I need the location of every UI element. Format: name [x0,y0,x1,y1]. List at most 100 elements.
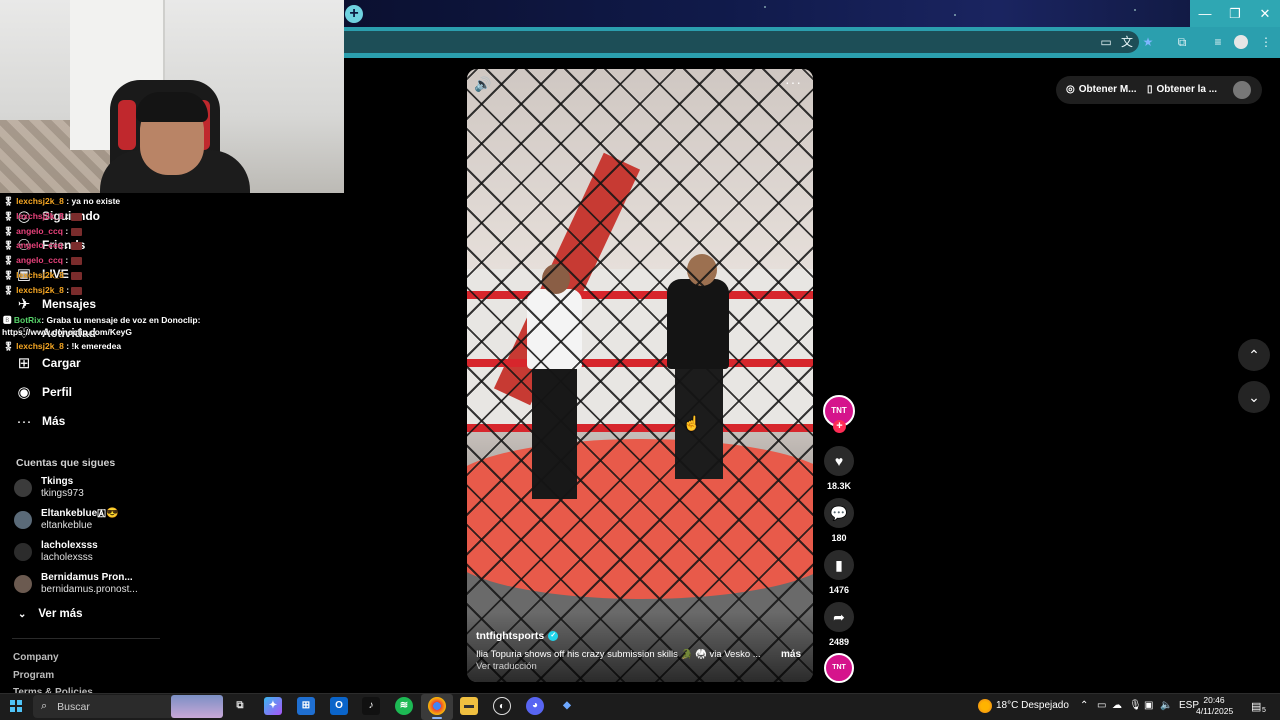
chevron-down-icon: ⌄ [18,608,27,620]
share-arrow-icon: ➦ [833,609,845,625]
app-icon[interactable]: ◐ [493,697,511,715]
user-avatar[interactable] [1233,81,1251,99]
copilot-icon[interactable]: ✦ [264,697,282,715]
tray-icon[interactable]: ☁ [1112,700,1122,711]
reading-list-icon[interactable]: ≡ [1210,34,1226,50]
next-video-button[interactable]: ⌄ [1238,381,1270,413]
task-view-icon[interactable]: ⧉ [231,697,249,715]
get-coins-button[interactable]: ◎ Obtener M... [1066,84,1137,95]
weather-icon[interactable] [978,699,992,713]
caption-more-button[interactable]: más [781,649,801,660]
app-icon[interactable]: ◆ [558,697,576,715]
new-tab-button[interactable]: + [345,5,363,23]
previous-video-button[interactable]: ⌃ [1238,339,1270,371]
clock-time: 20:46 [1203,695,1225,705]
webcam-overlay [0,0,344,193]
star-dot [1134,9,1136,11]
close-window-button[interactable]: ✕ [1250,0,1280,27]
get-coins-label: Obtener M... [1078,84,1137,95]
cast-icon[interactable]: ▭ [1098,34,1114,50]
browser-profile-avatar[interactable] [1234,35,1248,49]
sidebar-item-perfil[interactable]: ◉ Perfil [0,379,160,405]
upload-icon: ⊞ [17,355,31,372]
volume-tray-icon[interactable]: 🔈 [1160,700,1172,711]
extensions-icon[interactable]: ⧉ [1174,34,1190,50]
follow-plus-button[interactable]: + [833,420,846,433]
share-button[interactable]: ➦ [824,602,854,632]
bookmark-star-icon[interactable]: ★ [1140,34,1156,50]
taskbar-clock[interactable]: 20:46 4/11/2025 [1196,695,1234,717]
chat-line: 🅱 BotRix: Graba tu mensaje de voz en Don… [3,315,201,325]
notification-icon[interactable]: ▤ [1251,700,1261,713]
discord-icon[interactable]: ◕ [526,697,544,715]
tray-icon[interactable]: ▣ [1144,700,1153,711]
sidebar-item-label: Perfil [42,385,73,399]
footer-link-program[interactable]: Program [13,670,54,681]
windows-start-icon[interactable] [10,700,22,712]
chevron-up-icon: ⌃ [1248,347,1260,363]
sound-disc-avatar[interactable]: TNT [824,653,854,683]
following-account[interactable]: Tkings tkings973 [14,474,84,502]
account-handle: eltankeblue [41,520,93,531]
video-author[interactable]: tntfightsports ✓ [476,630,559,642]
volume-icon[interactable]: 🔊 [474,76,491,93]
phone-icon: ▯ [1147,84,1153,95]
see-translation-link[interactable]: Ver traducción [476,661,537,672]
chat-line: 🎖 angelo_ccq : [3,240,82,251]
taskbar-search[interactable]: ⌕ Buscar [33,695,223,718]
get-app-button[interactable]: ▯ Obtener la ... [1147,84,1217,95]
account-name: Tkings [41,476,74,487]
like-button[interactable]: ♥ [824,446,854,476]
save-button[interactable]: ▮ [824,550,854,580]
chat-username: lexchsj2k_8 [16,270,64,280]
clock-date: 4/11/2025 [1196,706,1234,716]
see-more-button[interactable]: ⌄ Ver más [18,608,83,620]
video-options-icon[interactable]: ··· [785,74,802,90]
video-player[interactable] [467,69,813,682]
chat-link[interactable]: https://www.donoclip.com/KeyG [2,327,132,337]
comment-button[interactable]: 💬 [824,498,854,528]
microphone-icon[interactable]: 🎙 [1129,700,1142,711]
chat-message: : [65,226,69,236]
following-account[interactable]: Bernidamus Pron... bernidamus.pronost... [14,570,138,598]
chat-message: : [66,285,70,295]
following-section-title: Cuentas que sigues [16,457,116,469]
sidebar-item-label: Más [42,414,66,428]
video-cage-fence [467,69,813,682]
emote-icon [71,286,83,295]
following-account[interactable]: Eltankeblue🇦😎 eltankeblue [14,506,118,534]
chat-username: BotRix [13,315,42,325]
file-explorer-icon[interactable]: ▬ [460,697,478,715]
chrome-icon[interactable] [428,697,446,715]
video-caption: Ilia Topuria shows off his crazy submiss… [476,649,761,660]
avatar [14,511,32,529]
outlook-icon[interactable]: O [330,697,348,715]
chat-line: https://www.donoclip.com/KeyG [2,327,132,337]
weather-text[interactable]: 18°C Despejado [996,700,1069,711]
following-account[interactable]: lacholexsss lacholexsss [14,538,98,566]
translate-icon[interactable]: 文 [1119,34,1135,50]
tray-overflow-icon[interactable]: ⌃ [1080,700,1088,711]
chat-line: 🎖 angelo_ccq : [3,226,82,237]
chat-username: lexchsj2k_8 [16,196,64,206]
minimize-button[interactable]: — [1190,0,1220,27]
search-icon: ⌕ [41,700,48,712]
get-app-label: Obtener la ... [1156,84,1218,95]
sidebar-item-cargar[interactable]: ⊞ Cargar [0,350,160,376]
sidebar-item-mas[interactable]: ··· Más [0,408,160,434]
address-bar[interactable] [344,31,1139,53]
like-count: 18.3K [826,481,852,491]
search-highlight-image [171,695,223,718]
footer-link-company[interactable]: Company [13,652,59,663]
browser-menu-icon[interactable]: ⋮ [1258,34,1274,50]
browser-tab-strip [344,0,1280,27]
tiktok-icon[interactable]: ♪ [362,697,380,715]
maximize-button[interactable]: ❐ [1220,0,1250,27]
webcam-chair-accent [118,100,136,150]
tray-icon[interactable]: ▭ [1097,700,1106,711]
store-icon[interactable]: ⊞ [297,697,315,715]
messages-icon: ✈ [17,296,31,313]
account-handle: tkings973 [41,488,84,499]
avatar [14,575,32,593]
spotify-icon[interactable]: ≋ [395,697,413,715]
